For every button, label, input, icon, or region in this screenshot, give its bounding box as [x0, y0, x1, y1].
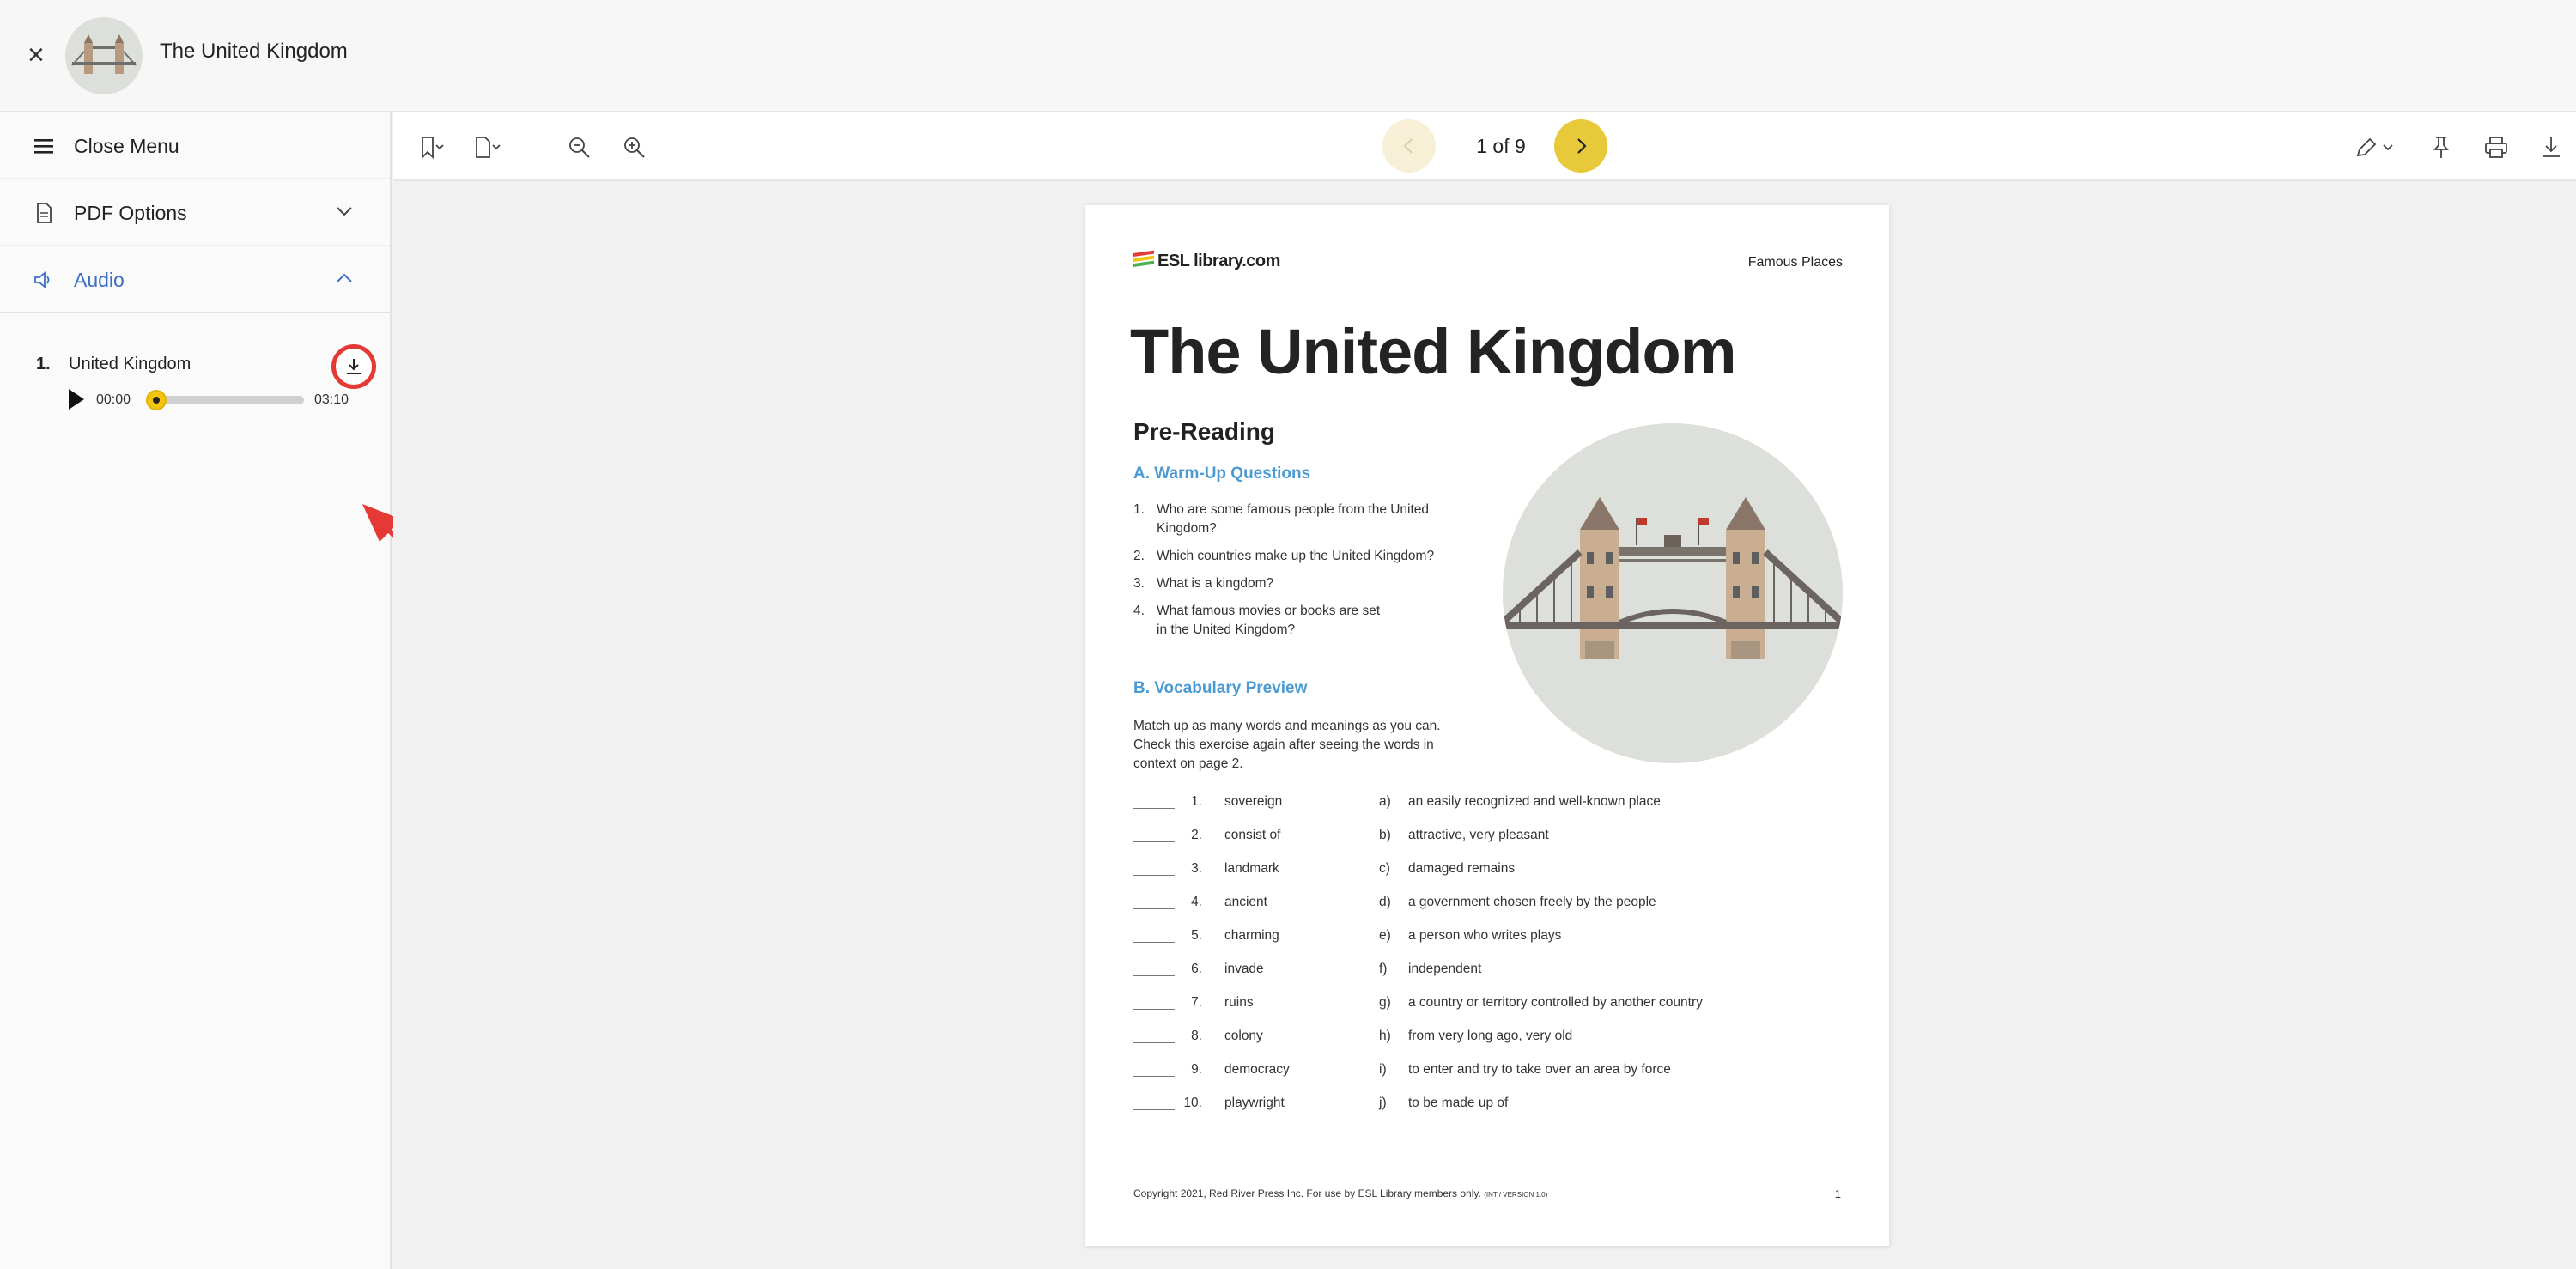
audio-toggle[interactable]: Audio — [0, 246, 390, 313]
logo-text: ESL library.com — [1157, 252, 1280, 270]
vocab-row: 10. playwright j) to be made up of — [1133, 1096, 1838, 1116]
lesson-title: The United Kingdom — [1130, 316, 1736, 387]
page-view-icon[interactable] — [472, 133, 501, 162]
audio-label: Audio — [74, 269, 125, 291]
vocab-row: 1. sovereign a) an easily recognized and we… — [1133, 794, 1838, 815]
pdf-options-toggle[interactable]: PDF Options — [0, 179, 390, 246]
document-icon — [37, 203, 52, 223]
vocab-row: 9. democracy i) to enter and try to take ov… — [1133, 1062, 1838, 1083]
sidebar: Close Menu PDF Options Audio 1. United K… — [0, 112, 507, 1269]
track-number: 1. — [36, 355, 51, 373]
download-icon — [347, 359, 361, 374]
vocab-row: 4. ancient d) a government chosen freely by… — [1133, 895, 1838, 915]
close-icon[interactable]: × — [27, 38, 53, 72]
duration: 03:10 — [314, 392, 349, 407]
vocab-row: 6. invade f) independent — [1133, 962, 1838, 982]
annotate-pencil-icon[interactable] — [2353, 133, 2399, 162]
answer-blank[interactable] — [1133, 808, 1175, 809]
speaker-icon — [34, 271, 50, 288]
download-pdf-icon[interactable] — [2537, 133, 2566, 162]
chevron-down-icon — [337, 207, 352, 216]
page-number: 1 — [1834, 1187, 1841, 1200]
chevron-up-icon — [337, 273, 352, 282]
version-label: (INT / VERSION 1.0) — [1484, 1191, 1548, 1199]
previous-page-button[interactable] — [1382, 119, 1436, 173]
next-page-button[interactable] — [1554, 119, 1607, 173]
zoom-out-icon[interactable] — [565, 133, 594, 162]
vocab-row: 2. consist of b) attractive, very pleasant — [1133, 828, 1838, 848]
close-menu-button[interactable]: Close Menu — [0, 112, 390, 179]
vocab-instructions: Match up as many words and meanings as y… — [1133, 719, 1441, 771]
track-name: United Kingdom — [69, 355, 191, 373]
audio-track: 1. United Kingdom 00:00 03:10 — [34, 344, 378, 420]
answer-blank[interactable] — [1133, 1042, 1175, 1043]
chevron-right-icon — [1577, 138, 1587, 154]
tower-bridge-illustration — [1503, 423, 1843, 763]
lesson-category: Famous Places — [1747, 255, 1843, 270]
answer-blank[interactable] — [1133, 908, 1175, 909]
vocab-row: 8. colony h) from very long ago, very old — [1133, 1029, 1838, 1049]
download-audio-button[interactable] — [331, 344, 376, 389]
vocab-row: 5. charming e) a person who writes plays — [1133, 928, 1838, 949]
section-heading: Pre-Reading — [1133, 418, 1275, 445]
bookmark-icon[interactable] — [416, 133, 445, 162]
play-icon[interactable] — [69, 389, 84, 410]
page-indicator: 1 of 9 — [1476, 135, 1526, 157]
answer-blank[interactable] — [1133, 841, 1175, 842]
course-title: The United Kingdom — [160, 39, 348, 63]
vocab-row: 7. ruins g) a country or territory controll… — [1133, 995, 1838, 1016]
pdf-options-label: PDF Options — [74, 202, 187, 224]
answer-blank[interactable] — [1133, 942, 1175, 943]
current-time: 00:00 — [96, 392, 131, 407]
vocab-row: 3. landmark c) damaged remains — [1133, 861, 1838, 882]
pin-icon[interactable] — [2427, 133, 2456, 162]
pdf-toolbar: 1 of 9 — [393, 112, 2576, 181]
answer-blank[interactable] — [1133, 1076, 1175, 1077]
zoom-in-icon[interactable] — [620, 133, 649, 162]
answer-blank[interactable] — [1133, 875, 1175, 876]
vocab-heading: B. Vocabulary Preview — [1133, 679, 1308, 697]
chevron-left-icon — [1403, 138, 1413, 154]
seek-bar[interactable] — [155, 396, 304, 404]
close-menu-label: Close Menu — [74, 135, 179, 157]
pdf-viewer[interactable]: ESL library.com Famous Places The United… — [393, 183, 2576, 1269]
print-icon[interactable] — [2482, 133, 2511, 162]
pdf-page: ESL library.com Famous Places The United… — [1085, 205, 1889, 1246]
hamburger-icon — [34, 139, 53, 154]
answer-blank[interactable] — [1133, 975, 1175, 976]
seek-handle[interactable] — [146, 390, 167, 410]
warmup-heading: A. Warm-Up Questions — [1133, 464, 1311, 483]
answer-blank[interactable] — [1133, 1109, 1175, 1110]
top-header: × The United Kingdom — [0, 0, 2576, 112]
esl-library-logo-icon — [1133, 250, 1154, 267]
course-thumbnail — [65, 17, 143, 94]
copyright-notice: Copyright 2021, Red River Press Inc. For… — [1133, 1187, 1548, 1199]
answer-blank[interactable] — [1133, 1009, 1175, 1010]
